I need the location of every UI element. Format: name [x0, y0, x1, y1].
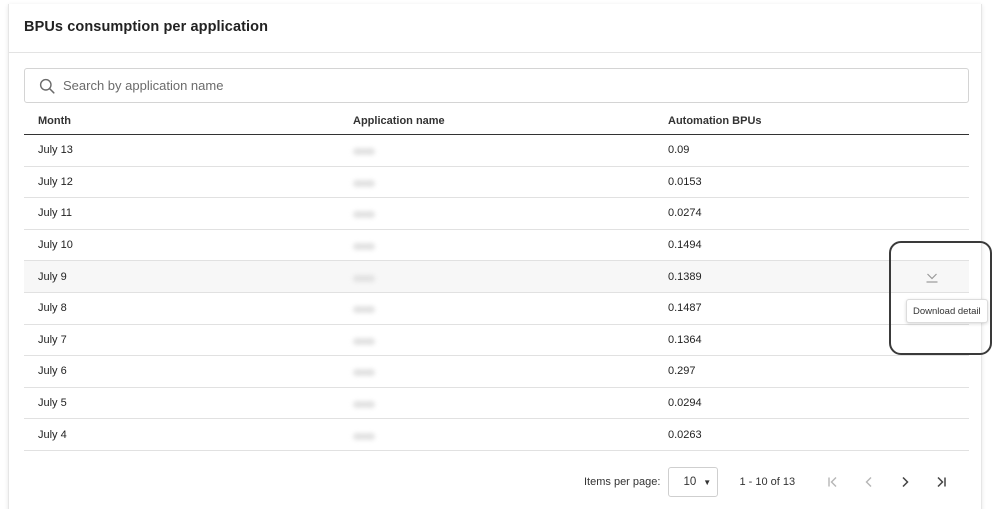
cell-automation-bpus: 0.297 [668, 365, 696, 378]
cell-application-name [339, 332, 654, 348]
redacted-application-name [353, 337, 375, 345]
caret-down-icon: ▼ [703, 477, 712, 487]
redacted-application-name [353, 179, 375, 187]
cell-automation-bpus: 0.0274 [668, 207, 702, 220]
cell-application-name [339, 427, 654, 443]
redacted-application-name [353, 369, 375, 377]
cell-month: July 4 [38, 428, 67, 441]
cell-application-name [339, 300, 654, 316]
items-per-page-select[interactable]: 10 ▼ [668, 467, 719, 497]
table-row[interactable]: July 6 0.297 [24, 356, 969, 388]
table-header: Month Application name Automation BPUs [24, 107, 969, 135]
cell-automation-bpus: 0.0294 [668, 397, 702, 410]
page-range-label: 1 - 10 of 13 [739, 476, 796, 488]
redacted-application-name [353, 274, 375, 282]
chevron-right-icon[interactable] [897, 474, 913, 490]
cell-month: July 10 [38, 239, 73, 252]
items-per-page-value: 10 [683, 476, 697, 488]
redacted-application-name [353, 243, 375, 251]
cell-automation-bpus: 0.0153 [668, 175, 702, 188]
table-row[interactable]: July 4 0.0263 [24, 419, 969, 451]
table-row[interactable]: July 8 0.1487 [24, 293, 969, 325]
pagination: Items per page: 10 ▼ 1 - 10 of 13 [584, 467, 949, 497]
cell-month: July 6 [38, 365, 67, 378]
last-page-icon[interactable] [933, 474, 949, 490]
bpu-consumption-card: BPUs consumption per application Month A… [8, 4, 982, 509]
cell-actions [894, 270, 969, 284]
table-row[interactable]: July 9 0.1389 [24, 261, 969, 293]
cell-application-name [339, 363, 654, 379]
first-page-icon[interactable] [825, 474, 841, 490]
cell-month: July 13 [38, 144, 73, 157]
search-box[interactable] [24, 68, 969, 103]
cell-automation-bpus: 0.09 [668, 144, 690, 157]
cell-application-name [339, 395, 654, 411]
table-row[interactable]: July 13 0.09 [24, 135, 969, 167]
cell-application-name [339, 174, 654, 190]
cell-month: July 7 [38, 333, 67, 346]
cell-automation-bpus: 0.1389 [668, 270, 702, 283]
column-header-application-name[interactable]: Application name [339, 115, 654, 127]
table-body: July 13 0.09 July 12 0.0153 July 11 0.0274 Jul… [24, 135, 969, 451]
cell-automation-bpus: 0.1487 [668, 302, 702, 315]
redacted-application-name [353, 211, 375, 219]
table-row[interactable]: July 7 0.1364 [24, 325, 969, 357]
table-row[interactable]: July 12 0.0153 [24, 167, 969, 199]
cell-month: July 9 [38, 270, 67, 283]
cell-application-name [339, 237, 654, 253]
cell-application-name [339, 142, 654, 158]
cell-month: July 5 [38, 397, 67, 410]
table-row[interactable]: July 11 0.0274 [24, 198, 969, 230]
search-icon [39, 78, 55, 94]
table-row[interactable]: July 10 0.1494 [24, 230, 969, 262]
redacted-application-name [353, 306, 375, 314]
cell-month: July 12 [38, 175, 73, 188]
download-icon[interactable] [925, 270, 939, 284]
table-row[interactable]: July 5 0.0294 [24, 388, 969, 420]
cell-automation-bpus: 0.0263 [668, 428, 702, 441]
cell-month: July 8 [38, 302, 67, 315]
redacted-application-name [353, 148, 375, 156]
items-per-page-label: Items per page: [584, 476, 661, 488]
cell-automation-bpus: 0.1494 [668, 239, 702, 252]
consumption-table: Month Application name Automation BPUs J… [24, 107, 969, 451]
column-header-automation-bpus[interactable]: Automation BPUs [654, 115, 894, 127]
redacted-application-name [353, 401, 375, 409]
download-detail-tooltip: Download detail [906, 299, 988, 323]
redacted-application-name [353, 432, 375, 440]
card-title: BPUs consumption per application [24, 19, 269, 35]
column-header-month[interactable]: Month [24, 115, 339, 127]
cell-application-name [339, 205, 654, 221]
chevron-left-icon[interactable] [861, 474, 877, 490]
cell-month: July 11 [38, 207, 73, 220]
cell-application-name [339, 269, 654, 285]
card-header: BPUs consumption per application [9, 4, 981, 53]
search-input[interactable] [63, 69, 968, 102]
cell-automation-bpus: 0.1364 [668, 333, 702, 346]
